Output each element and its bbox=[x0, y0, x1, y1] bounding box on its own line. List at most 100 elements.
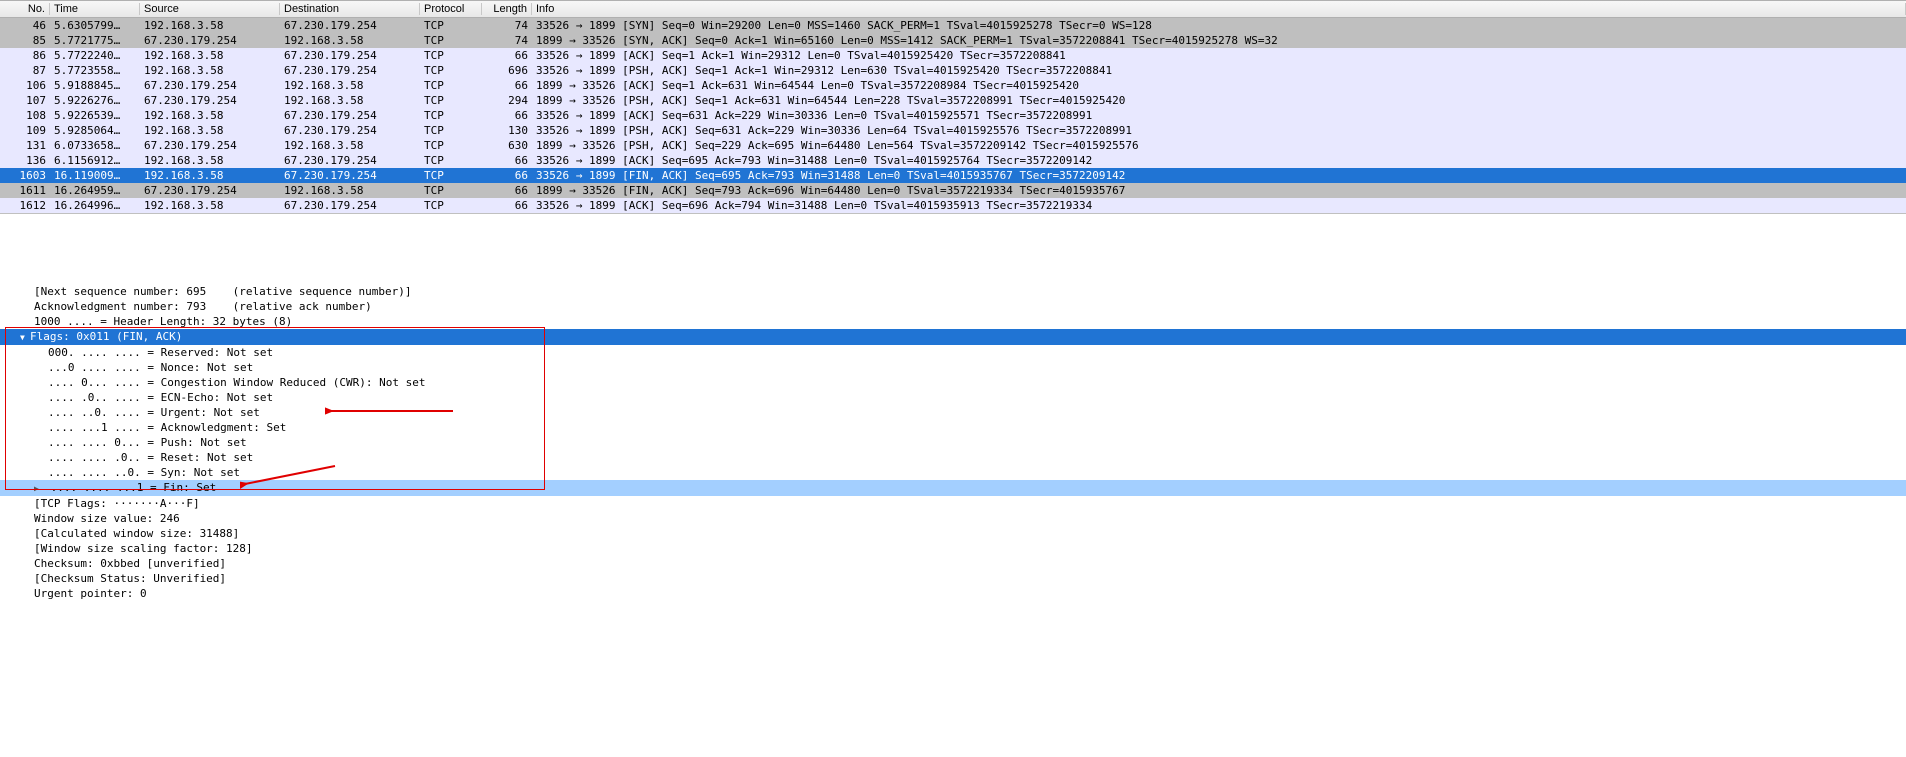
expand-icon[interactable] bbox=[20, 329, 30, 345]
tcp-flag-bit[interactable]: .... ...1 .... = Acknowledgment: Set bbox=[0, 420, 1906, 435]
cell: 33526 → 1899 [ACK] Seq=1 Ack=1 Win=29312… bbox=[532, 49, 1906, 62]
tcp-field[interactable]: [TCP Flags: ·······A···F] bbox=[0, 496, 1906, 511]
tcp-flag-bit[interactable]: .... .... ..0. = Syn: Not set bbox=[0, 465, 1906, 480]
cell: 5.7723558… bbox=[50, 64, 140, 77]
tcp-flag-bit[interactable]: ...0 .... .... = Nonce: Not set bbox=[0, 360, 1906, 375]
cell: 66 bbox=[482, 184, 532, 197]
cell: 1611 bbox=[0, 184, 50, 197]
cell: 192.168.3.58 bbox=[140, 19, 280, 32]
cell: 108 bbox=[0, 109, 50, 122]
cell: 192.168.3.58 bbox=[140, 124, 280, 137]
cell: 87 bbox=[0, 64, 50, 77]
cell: 16.119009… bbox=[50, 169, 140, 182]
col-header-source[interactable]: Source bbox=[140, 3, 280, 15]
tcp-field[interactable]: Window size value: 246 bbox=[0, 511, 1906, 526]
cell: 67.230.179.254 bbox=[280, 169, 420, 182]
packet-row[interactable]: 161116.264959…67.230.179.254192.168.3.58… bbox=[0, 183, 1906, 198]
cell: 67.230.179.254 bbox=[280, 154, 420, 167]
cell: 1603 bbox=[0, 169, 50, 182]
cell: 74 bbox=[482, 19, 532, 32]
cell: TCP bbox=[420, 19, 482, 32]
tcp-flag-bit[interactable]: .... .... .0.. = Reset: Not set bbox=[0, 450, 1906, 465]
packet-details-pane[interactable]: [Next sequence number: 695 (relative seq… bbox=[0, 214, 1906, 601]
cell: 67.230.179.254 bbox=[280, 49, 420, 62]
packet-row[interactable]: 160316.119009…192.168.3.5867.230.179.254… bbox=[0, 168, 1906, 183]
packet-row[interactable]: 1366.1156912…192.168.3.5867.230.179.254T… bbox=[0, 153, 1906, 168]
cell: TCP bbox=[420, 154, 482, 167]
tcp-field[interactable]: [Calculated window size: 31488] bbox=[0, 526, 1906, 541]
col-header-length[interactable]: Length bbox=[482, 3, 532, 15]
cell: 67.230.179.254 bbox=[140, 184, 280, 197]
col-header-time[interactable]: Time bbox=[50, 3, 140, 15]
cell: TCP bbox=[420, 124, 482, 137]
cell: TCP bbox=[420, 34, 482, 47]
cell: 192.168.3.58 bbox=[140, 199, 280, 212]
packet-row[interactable]: 161216.264996…192.168.3.5867.230.179.254… bbox=[0, 198, 1906, 213]
cell: 33526 → 1899 [PSH, ACK] Seq=1 Ack=1 Win=… bbox=[532, 64, 1906, 77]
cell: 294 bbox=[482, 94, 532, 107]
packet-row[interactable]: 855.7721775…67.230.179.254192.168.3.58TC… bbox=[0, 33, 1906, 48]
cell: 66 bbox=[482, 109, 532, 122]
cell: 107 bbox=[0, 94, 50, 107]
cell: 46 bbox=[0, 19, 50, 32]
tcp-flag-bit[interactable]: .... ..0. .... = Urgent: Not set bbox=[0, 405, 1906, 420]
cell: TCP bbox=[420, 199, 482, 212]
cell: 109 bbox=[0, 124, 50, 137]
packet-row[interactable]: 1065.9188845…67.230.179.254192.168.3.58T… bbox=[0, 78, 1906, 93]
tcp-field[interactable]: [Checksum Status: Unverified] bbox=[0, 571, 1906, 586]
packet-row[interactable]: 1075.9226276…67.230.179.254192.168.3.58T… bbox=[0, 93, 1906, 108]
cell: 192.168.3.58 bbox=[140, 154, 280, 167]
cell: 16.264959… bbox=[50, 184, 140, 197]
cell: 33526 → 1899 [SYN] Seq=0 Win=29200 Len=0… bbox=[532, 19, 1906, 32]
cell: TCP bbox=[420, 49, 482, 62]
cell: 67.230.179.254 bbox=[140, 79, 280, 92]
tcp-flag-bit[interactable]: 000. .... .... = Reserved: Not set bbox=[0, 345, 1906, 360]
packet-row[interactable]: 865.7722240…192.168.3.5867.230.179.254TC… bbox=[0, 48, 1906, 63]
cell: 67.230.179.254 bbox=[140, 139, 280, 152]
cell: TCP bbox=[420, 64, 482, 77]
packet-row[interactable]: 465.6305799…192.168.3.5867.230.179.254TC… bbox=[0, 18, 1906, 33]
cell: 33526 → 1899 [PSH, ACK] Seq=631 Ack=229 … bbox=[532, 124, 1906, 137]
tcp-field[interactable]: [Window size scaling factor: 128] bbox=[0, 541, 1906, 556]
cell: 192.168.3.58 bbox=[280, 79, 420, 92]
tcp-flag-bit[interactable]: .... 0... .... = Congestion Window Reduc… bbox=[0, 375, 1906, 390]
packet-list-pane[interactable]: No. Time Source Destination Protocol Len… bbox=[0, 0, 1906, 214]
cell: 106 bbox=[0, 79, 50, 92]
tcp-flags-header[interactable]: Flags: 0x011 (FIN, ACK) bbox=[0, 329, 1906, 345]
packet-row[interactable]: 875.7723558…192.168.3.5867.230.179.254TC… bbox=[0, 63, 1906, 78]
cell: 1612 bbox=[0, 199, 50, 212]
cell: 192.168.3.58 bbox=[140, 169, 280, 182]
packet-row[interactable]: 1316.0733658…67.230.179.254192.168.3.58T… bbox=[0, 138, 1906, 153]
tcp-flag-fin[interactable]: .... .... ...1 = Fin: Set bbox=[0, 480, 1906, 496]
cell: 5.6305799… bbox=[50, 19, 140, 32]
cell: TCP bbox=[420, 184, 482, 197]
col-header-destination[interactable]: Destination bbox=[280, 3, 420, 15]
cell: 67.230.179.254 bbox=[280, 124, 420, 137]
cell: 192.168.3.58 bbox=[140, 49, 280, 62]
cell: 5.9226539… bbox=[50, 109, 140, 122]
tcp-flag-bit[interactable]: .... .... 0... = Push: Not set bbox=[0, 435, 1906, 450]
cell: 192.168.3.58 bbox=[280, 139, 420, 152]
col-header-protocol[interactable]: Protocol bbox=[420, 3, 482, 15]
col-header-info[interactable]: Info bbox=[532, 3, 1906, 15]
tcp-field[interactable]: Checksum: 0xbbed [unverified] bbox=[0, 556, 1906, 571]
packet-list-header[interactable]: No. Time Source Destination Protocol Len… bbox=[0, 0, 1906, 18]
cell: TCP bbox=[420, 109, 482, 122]
packet-row[interactable]: 1095.9285064…192.168.3.5867.230.179.254T… bbox=[0, 123, 1906, 138]
cell: 74 bbox=[482, 34, 532, 47]
cell: 16.264996… bbox=[50, 199, 140, 212]
cell: 1899 → 33526 [PSH, ACK] Seq=229 Ack=695 … bbox=[532, 139, 1906, 152]
tcp-field[interactable]: Urgent pointer: 0 bbox=[0, 586, 1906, 601]
cell: 66 bbox=[482, 154, 532, 167]
tcp-header-len: 1000 .... = Header Length: 32 bytes (8) bbox=[0, 314, 1906, 329]
col-header-no[interactable]: No. bbox=[0, 3, 50, 15]
cell: 86 bbox=[0, 49, 50, 62]
cell: 33526 → 1899 [FIN, ACK] Seq=695 Ack=793 … bbox=[532, 169, 1906, 182]
cell: 192.168.3.58 bbox=[280, 184, 420, 197]
cell: 5.7722240… bbox=[50, 49, 140, 62]
expand-icon[interactable] bbox=[34, 480, 44, 496]
tcp-flag-bit[interactable]: .... .0.. .... = ECN-Echo: Not set bbox=[0, 390, 1906, 405]
cell: 192.168.3.58 bbox=[280, 94, 420, 107]
cell: 1899 → 33526 [ACK] Seq=1 Ack=631 Win=645… bbox=[532, 79, 1906, 92]
packet-row[interactable]: 1085.9226539…192.168.3.5867.230.179.254T… bbox=[0, 108, 1906, 123]
